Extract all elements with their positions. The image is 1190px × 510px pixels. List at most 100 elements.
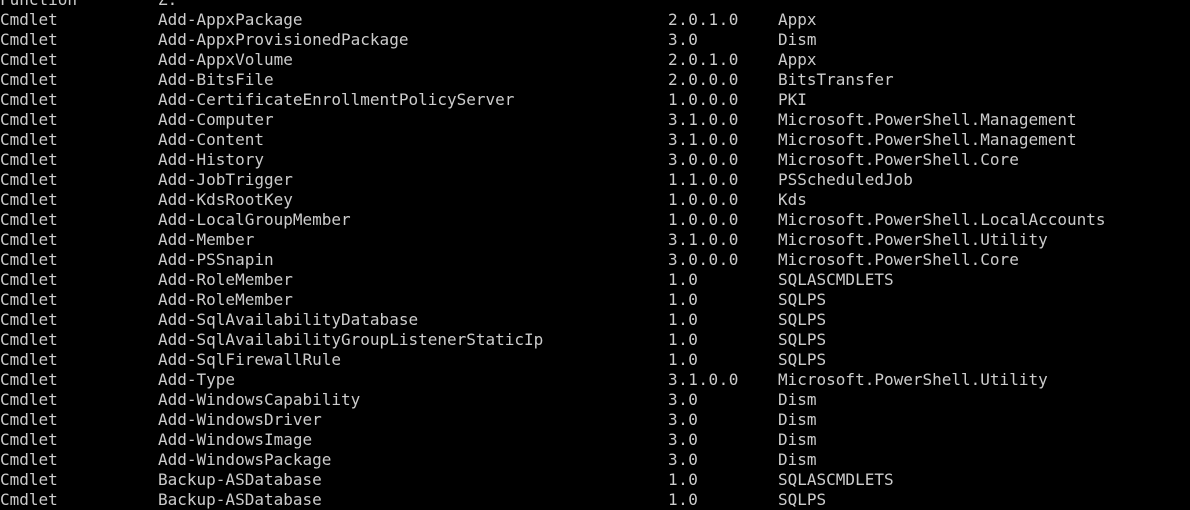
command-type: Cmdlet xyxy=(0,230,58,249)
command-version: 3.1.0.0 xyxy=(668,130,739,149)
command-type: Cmdlet xyxy=(0,410,58,429)
command-version: 1.0 xyxy=(668,290,699,309)
command-row: Cmdlet Add-CertificateEnrollmentPolicySer… xyxy=(0,90,1190,110)
command-name: Add-JobTrigger xyxy=(158,170,293,189)
command-name: Add-RoleMember xyxy=(158,270,293,289)
command-source: SQLASCMDLETS xyxy=(778,470,894,489)
command-type: Cmdlet xyxy=(0,170,58,189)
command-source: Dism xyxy=(778,450,817,469)
command-name: Backup-ASDatabase xyxy=(158,470,322,489)
command-name: Add-AppxProvisionedPackage xyxy=(158,30,409,49)
command-name: Add-Computer xyxy=(158,110,274,129)
command-row: Cmdlet Add-LocalGroupMember 1.0.0.0 Microso… xyxy=(0,210,1190,230)
command-source: Microsoft.PowerShell.LocalAccounts xyxy=(778,210,1106,229)
command-source: SQLPS xyxy=(778,350,827,369)
command-row: Cmdlet Add-Type 3.1.0.0 Microsoft.PowerShel… xyxy=(0,370,1190,390)
command-source: SQLPS xyxy=(778,290,827,309)
command-source: SQLPS xyxy=(778,490,827,509)
command-source: Microsoft.PowerShell.Management xyxy=(778,130,1077,149)
command-version: 3.1.0.0 xyxy=(668,370,739,389)
command-name: Add-RoleMember xyxy=(158,290,293,309)
command-type: Cmdlet xyxy=(0,470,58,489)
command-type: Cmdlet xyxy=(0,250,58,269)
command-type: Cmdlet xyxy=(0,450,58,469)
command-type: Cmdlet xyxy=(0,190,58,209)
command-source: Dism xyxy=(778,410,817,429)
command-source: Appx xyxy=(778,50,817,69)
command-version: 3.0.0.0 xyxy=(668,250,739,269)
command-type: Cmdlet xyxy=(0,430,58,449)
command-type: Cmdlet xyxy=(0,90,58,109)
command-name: Add-CertificateEnrollmentPolicyServer xyxy=(158,90,515,109)
command-type: Function xyxy=(0,0,77,10)
command-name: Add-WindowsCapability xyxy=(158,390,361,409)
command-type: Cmdlet xyxy=(0,50,58,69)
command-row: Cmdlet Add-AppxPackage 2.0.1.0 Appx xyxy=(0,10,1190,30)
command-name: Backup-ASDatabase xyxy=(158,490,322,509)
command-row: Cmdlet Add-Computer 3.1.0.0 Microsoft.Power… xyxy=(0,110,1190,130)
command-row: Cmdlet Add-WindowsImage 3.0 Dism xyxy=(0,430,1190,450)
command-type: Cmdlet xyxy=(0,30,58,49)
command-version: 1.0 xyxy=(668,310,699,329)
command-source: SQLPS xyxy=(778,330,827,349)
command-version: 1.1.0.0 xyxy=(668,170,739,189)
command-source: Microsoft.PowerShell.Utility xyxy=(778,230,1048,249)
command-row: Cmdlet Add-WindowsCapability 3.0 Dism xyxy=(0,390,1190,410)
command-version: 1.0.0.0 xyxy=(668,90,739,109)
command-name: Add-History xyxy=(158,150,264,169)
command-type: Cmdlet xyxy=(0,150,58,169)
command-row: Cmdlet Add-BitsFile 2.0.0.0 BitsTransfer xyxy=(0,70,1190,90)
command-type: Cmdlet xyxy=(0,310,58,329)
command-row: Cmdlet Add-AppxProvisionedPackage 3.0 Dism xyxy=(0,30,1190,50)
command-version: 3.0 xyxy=(668,410,699,429)
command-row: Cmdlet Add-AppxVolume 2.0.1.0 Appx xyxy=(0,50,1190,70)
command-name: Add-SqlAvailabilityDatabase xyxy=(158,310,419,329)
command-name: Add-Member xyxy=(158,230,255,249)
command-row: Cmdlet Add-RoleMember 1.0 SQLASCMDLETS xyxy=(0,270,1190,290)
command-source: Dism xyxy=(778,30,817,49)
command-source: Microsoft.PowerShell.Core xyxy=(778,250,1019,269)
command-type: Cmdlet xyxy=(0,210,58,229)
command-row: Cmdlet Backup-ASDatabase 1.0 SQLASCMDLETS xyxy=(0,470,1190,490)
command-type: Cmdlet xyxy=(0,270,58,289)
command-version: 1.0 xyxy=(668,350,699,369)
command-row: Cmdlet Add-WindowsPackage 3.0 Dism xyxy=(0,450,1190,470)
command-name: Add-AppxVolume xyxy=(158,50,293,69)
command-type: Cmdlet xyxy=(0,10,58,29)
command-version: 3.1.0.0 xyxy=(668,230,739,249)
command-source: PSScheduledJob xyxy=(778,170,913,189)
command-version: 3.1.0.0 xyxy=(668,110,739,129)
command-source: SQLPS xyxy=(778,310,827,329)
command-version: 3.0 xyxy=(668,30,699,49)
command-version: 1.0.0.0 xyxy=(668,210,739,229)
command-source: Dism xyxy=(778,390,817,409)
command-name: Add-AppxPackage xyxy=(158,10,303,29)
command-version: 3.0 xyxy=(668,390,699,409)
command-type: Cmdlet xyxy=(0,390,58,409)
command-version: 1.0 xyxy=(668,270,699,289)
command-name: Add-SqlAvailabilityGroupListenerStaticIp xyxy=(158,330,544,349)
command-version: 1.0.0.0 xyxy=(668,190,739,209)
command-row: Cmdlet Add-RoleMember 1.0 SQLPS xyxy=(0,290,1190,310)
command-source: Microsoft.PowerShell.Core xyxy=(778,150,1019,169)
command-name: Add-SqlFirewallRule xyxy=(158,350,342,369)
command-source: BitsTransfer xyxy=(778,70,894,89)
command-name: Add-PSSnapin xyxy=(158,250,274,269)
command-source: Microsoft.PowerShell.Management xyxy=(778,110,1077,129)
command-source: Kds xyxy=(778,190,807,209)
command-name: Add-WindowsDriver xyxy=(158,410,322,429)
command-name: Add-Content xyxy=(158,130,264,149)
command-type: Cmdlet xyxy=(0,370,58,389)
command-row: Cmdlet Add-SqlFirewallRule 1.0 SQLPS xyxy=(0,350,1190,370)
command-type: Cmdlet xyxy=(0,110,58,129)
command-source: PKI xyxy=(778,90,807,109)
command-name: Add-WindowsPackage xyxy=(158,450,332,469)
command-name: Add-Type xyxy=(158,370,236,389)
command-source: Microsoft.PowerShell.Utility xyxy=(778,370,1048,389)
command-source: Dism xyxy=(778,430,817,449)
command-type: Cmdlet xyxy=(0,130,58,149)
command-name: Add-KdsRootKey xyxy=(158,190,293,209)
command-row: Cmdlet Add-Content 3.1.0.0 Microsoft.PowerS… xyxy=(0,130,1190,150)
command-version: 2.0.1.0 xyxy=(668,10,739,29)
command-name: Add-BitsFile xyxy=(158,70,274,89)
